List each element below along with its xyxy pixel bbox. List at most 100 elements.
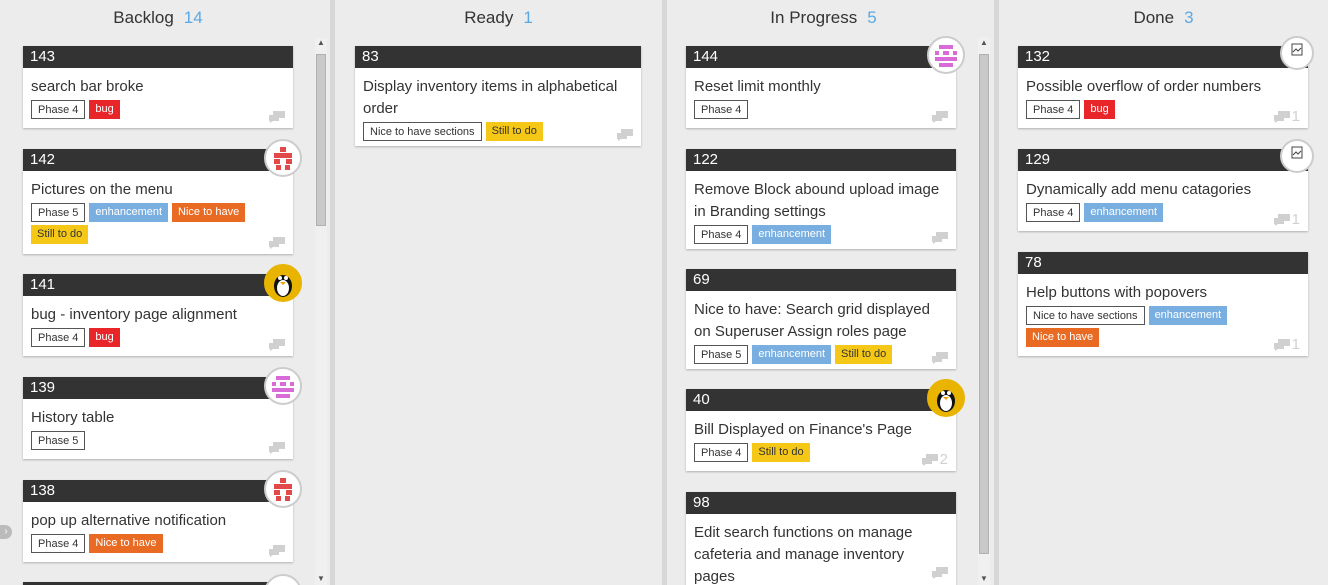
comment-icon[interactable]: 1 xyxy=(1273,336,1300,354)
tag-phase[interactable]: Phase 5 xyxy=(31,431,86,450)
tag-phase[interactable]: Phase 4 xyxy=(31,100,86,119)
comment-count: 1 xyxy=(1291,108,1300,126)
tag-bug[interactable]: bug xyxy=(1084,100,1115,119)
card-id: 78 xyxy=(1018,252,1308,274)
tag-phase[interactable]: Phase 4 xyxy=(31,328,86,347)
card-129[interactable]: 129 Dynamically add menu catagories Phas… xyxy=(1018,149,1308,231)
scroll-down-arrow-icon[interactable]: ▼ xyxy=(978,574,990,583)
avatar-broken-image-icon[interactable] xyxy=(1280,36,1314,70)
card-id: 83 xyxy=(355,46,641,68)
tag-section[interactable]: Nice to have sections xyxy=(1026,306,1145,325)
card-139[interactable]: 139 History table Phase 5 xyxy=(23,377,293,459)
in-progress-scrollbar[interactable]: ▲ ▼ xyxy=(978,38,990,585)
tag-phase[interactable]: Phase 4 xyxy=(31,534,86,553)
tag-bug[interactable]: bug xyxy=(89,328,120,347)
tag-enhancement[interactable]: enhancement xyxy=(752,225,832,244)
avatar-penguin-icon[interactable] xyxy=(927,379,965,417)
tag-bug[interactable]: bug xyxy=(89,100,120,119)
comment-icon[interactable]: 1 xyxy=(1273,212,1300,227)
avatar-red-pixel-icon[interactable] xyxy=(264,470,302,508)
card-132[interactable]: 132 Possible overflow of order numbers P… xyxy=(1018,46,1308,128)
comment-icon[interactable] xyxy=(269,337,285,352)
card-title: Reset limit monthly xyxy=(694,78,821,95)
avatar-pink-pixel-icon[interactable] xyxy=(264,367,302,405)
card-title: Display inventory items in alphabetical … xyxy=(363,78,618,117)
card-144[interactable]: 144 Reset limit monthly Phase 4 xyxy=(686,46,956,128)
tag-still-to-do[interactable]: Still to do xyxy=(752,443,810,462)
tag-phase[interactable]: Phase 4 xyxy=(694,443,749,462)
tag-still-to-do[interactable]: Still to do xyxy=(485,122,543,141)
avatar-red-pixel-icon[interactable] xyxy=(264,139,302,177)
comment-icon[interactable] xyxy=(932,109,948,124)
comment-icon[interactable] xyxy=(269,440,285,455)
comment-icon[interactable] xyxy=(269,543,285,558)
tag-phase[interactable]: Phase 4 xyxy=(694,225,749,244)
card-143[interactable]: 143 search bar broke Phase 4 bug xyxy=(23,46,293,128)
card-id: 69 xyxy=(686,269,956,291)
card-id: 143 xyxy=(23,46,293,68)
tag-phase[interactable]: Phase 4 xyxy=(1026,100,1081,119)
tag-nice-to-have[interactable]: Nice to have xyxy=(89,534,163,553)
card-title: Dynamically add menu catagories xyxy=(1026,181,1252,198)
tag-enhancement[interactable]: enhancement xyxy=(1084,203,1164,222)
tag-nice-to-have[interactable]: Nice to have xyxy=(172,203,246,222)
card-title: Help buttons with popovers xyxy=(1026,284,1207,301)
tag-phase[interactable]: Phase 5 xyxy=(31,203,86,222)
tag-phase[interactable]: Phase 4 xyxy=(694,100,749,119)
tag-section[interactable]: Nice to have sections xyxy=(363,122,482,141)
column-title: Done xyxy=(1133,8,1175,27)
backlog-scrollbar[interactable]: ▲ ▼ xyxy=(315,38,327,585)
tag-enhancement[interactable]: enhancement xyxy=(752,345,832,364)
card-tags: Phase 5 enhancement Nice to have Still to d… xyxy=(23,201,293,247)
scrollbar-thumb[interactable] xyxy=(316,54,326,226)
comment-count: 1 xyxy=(1291,336,1300,354)
tag-still-to-do[interactable]: Still to do xyxy=(31,225,89,244)
tag-enhancement[interactable]: enhancement xyxy=(89,203,169,222)
comment-icon[interactable] xyxy=(617,127,633,142)
avatar-pink-pixel-icon[interactable] xyxy=(927,36,965,74)
avatar-pink-pixel-icon[interactable] xyxy=(264,574,302,585)
avatar-broken-image-icon[interactable] xyxy=(1280,139,1314,173)
comment-icon[interactable] xyxy=(269,235,285,250)
card-tags: Phase 4 Still to do xyxy=(686,441,956,465)
card-141[interactable]: 141 bug - inventory page alignment Phase… xyxy=(23,274,293,356)
scroll-up-arrow-icon[interactable]: ▲ xyxy=(978,38,990,47)
card-69[interactable]: 69 Nice to have: Search grid displayed o… xyxy=(686,269,956,369)
tag-phase[interactable]: Phase 4 xyxy=(1026,203,1081,222)
card-title: Nice to have: Search grid displayed on S… xyxy=(694,301,930,340)
card-40[interactable]: 40 Bill Displayed on Finance's Page Phas… xyxy=(686,389,956,471)
card-78[interactable]: 78 Help buttons with popovers Nice to ha… xyxy=(1018,252,1308,356)
card-142[interactable]: 142 Pictures on the menu Phase 5 enhancem… xyxy=(23,149,293,254)
card-id: 129 xyxy=(1018,149,1308,171)
card-id: 122 xyxy=(686,149,956,171)
comment-icon[interactable]: 2 xyxy=(921,452,948,467)
card-138[interactable]: 138 pop up alternative notification Phas… xyxy=(23,480,293,562)
column-header: Backlog 14 xyxy=(0,8,330,28)
card-tags: Nice to have sections Still to do xyxy=(355,120,641,144)
scroll-up-arrow-icon[interactable]: ▲ xyxy=(315,38,327,47)
tag-still-to-do[interactable]: Still to do xyxy=(835,345,893,364)
card-98[interactable]: 98 Edit search functions on manage cafet… xyxy=(686,492,956,585)
tag-phase[interactable]: Phase 5 xyxy=(694,345,749,364)
card-title: bug - inventory page alignment xyxy=(31,306,237,323)
card-id: 144 xyxy=(686,46,956,68)
comment-icon[interactable] xyxy=(932,565,948,580)
comment-icon[interactable] xyxy=(269,109,285,124)
column-header: Done 3 xyxy=(999,8,1328,28)
card-83[interactable]: 83 Display inventory items in alphabetic… xyxy=(355,46,641,146)
comment-icon[interactable] xyxy=(932,350,948,365)
comment-icon[interactable] xyxy=(932,230,948,245)
tag-nice-to-have[interactable]: Nice to have xyxy=(1026,328,1100,347)
tag-enhancement[interactable]: enhancement xyxy=(1148,306,1228,325)
column-count: 5 xyxy=(867,8,877,27)
card-122[interactable]: 122 Remove Block abound upload image in … xyxy=(686,149,956,249)
card-title: History table xyxy=(31,409,115,426)
scroll-down-arrow-icon[interactable]: ▼ xyxy=(315,574,327,583)
column-header: In Progress 5 xyxy=(667,8,994,28)
card-title: search bar broke xyxy=(31,78,144,95)
scrollbar-thumb[interactable] xyxy=(979,54,989,554)
avatar-penguin-icon[interactable] xyxy=(264,264,302,302)
card-id: 141 xyxy=(23,274,293,296)
comment-icon[interactable]: 1 xyxy=(1273,108,1300,126)
column-backlog: Backlog 14 143 search bar broke Phase 4 bu… xyxy=(0,0,330,585)
